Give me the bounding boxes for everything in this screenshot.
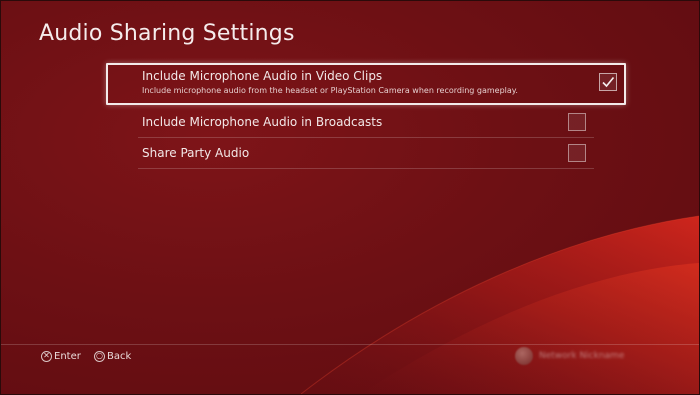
- enter-label: Enter: [54, 350, 81, 362]
- enter-hint[interactable]: ✕ Enter: [41, 350, 81, 362]
- back-hint[interactable]: ○ Back: [94, 350, 132, 362]
- setting-row-mic-video-clips[interactable]: Include Microphone Audio in Video Clips …: [106, 63, 626, 105]
- share-party-audio-checkbox[interactable]: [568, 144, 586, 162]
- background-swoosh: [300, 215, 699, 394]
- mic-broadcasts-checkbox[interactable]: [568, 113, 586, 131]
- footer-divider: [1, 344, 699, 345]
- setting-label: Include Microphone Audio in Video Clips: [142, 69, 383, 83]
- back-label: Back: [107, 350, 132, 362]
- setting-label: Include Microphone Audio in Broadcasts: [142, 115, 383, 129]
- checkmark-icon: [602, 76, 615, 88]
- user-name: Network Nickname: [539, 351, 625, 361]
- setting-description: Include microphone audio from the headse…: [142, 86, 518, 95]
- cross-button-icon: ✕: [41, 350, 52, 362]
- user-avatar: [515, 347, 533, 365]
- circle-button-icon: ○: [94, 350, 106, 362]
- setting-row-share-party-audio[interactable]: Share Party Audio: [138, 138, 594, 169]
- button-hints: ✕ Enter ○ Back: [41, 350, 141, 362]
- settings-list: Include Microphone Audio in Video Clips …: [106, 63, 626, 169]
- setting-row-mic-broadcasts[interactable]: Include Microphone Audio in Broadcasts: [138, 107, 594, 138]
- setting-label: Share Party Audio: [142, 146, 250, 160]
- page-title: Audio Sharing Settings: [39, 21, 295, 46]
- audio-sharing-settings-screen: Audio Sharing Settings Include Microphon…: [0, 0, 700, 395]
- user-chip: Network Nickname: [515, 347, 624, 365]
- mic-video-clips-checkbox[interactable]: [599, 73, 617, 91]
